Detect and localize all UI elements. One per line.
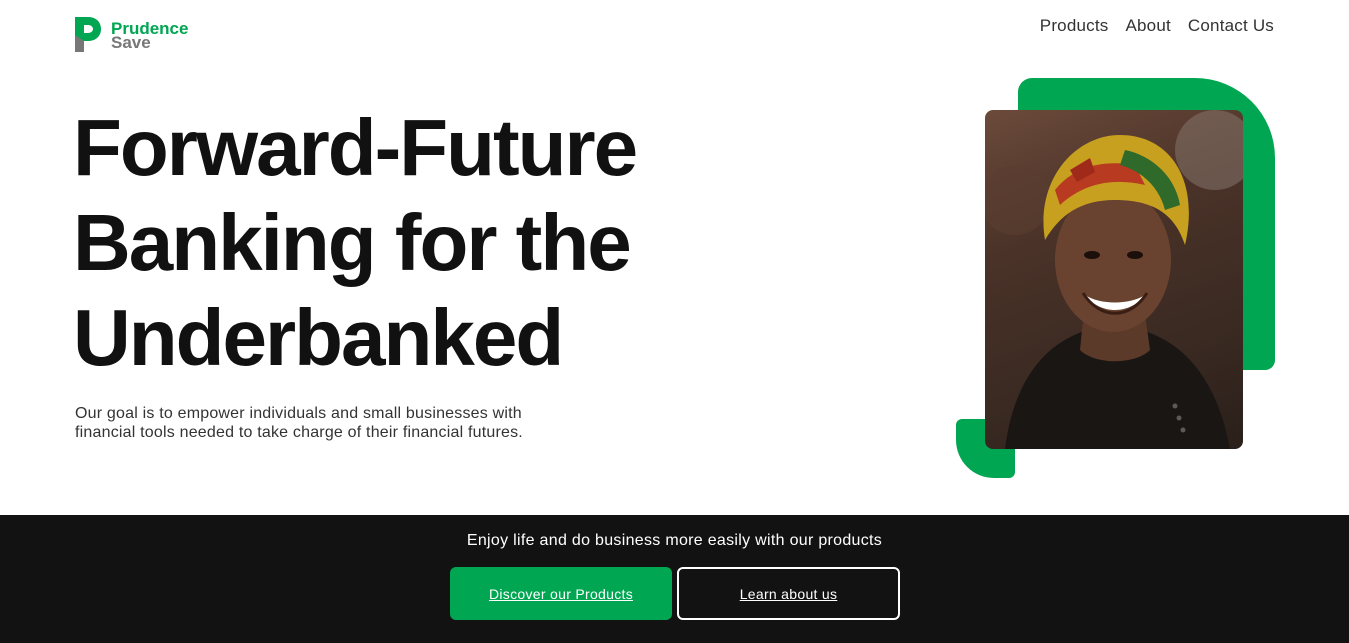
main-nav: Products About Contact Us [1040, 16, 1274, 36]
hero-title-line: Banking for the [73, 198, 632, 287]
hero-description-line1: Our goal is to empower individuals and s… [75, 405, 522, 422]
nav-link-products[interactable]: Products [1040, 16, 1109, 36]
brand-name-line2: Save [111, 33, 151, 52]
brand-logo[interactable]: Prudence Save [75, 17, 188, 53]
cta-tagline: Enjoy life and do business more easily w… [466, 532, 883, 549]
hero-title: Forward-Future Banking for the Underbank… [73, 100, 773, 385]
hero-title-line: Forward-Future [73, 103, 638, 192]
hero-description: Our goal is to empower individuals and s… [75, 404, 595, 442]
hero-portrait-photo [985, 110, 1243, 449]
nav-link-about[interactable]: About [1125, 16, 1170, 36]
hero-title-line: Underbanked [73, 293, 564, 382]
cta-bar: Enjoy life and do business more easily w… [0, 515, 1349, 643]
prudence-logo-icon [75, 17, 101, 52]
learn-about-us-button[interactable]: Learn about us [677, 567, 900, 620]
hero-image-composition [956, 78, 1276, 478]
nav-link-contact[interactable]: Contact Us [1188, 16, 1274, 36]
discover-products-button[interactable]: Discover our Products [450, 567, 672, 620]
hero-description-line2: financial tools needed to take charge of… [75, 424, 523, 441]
